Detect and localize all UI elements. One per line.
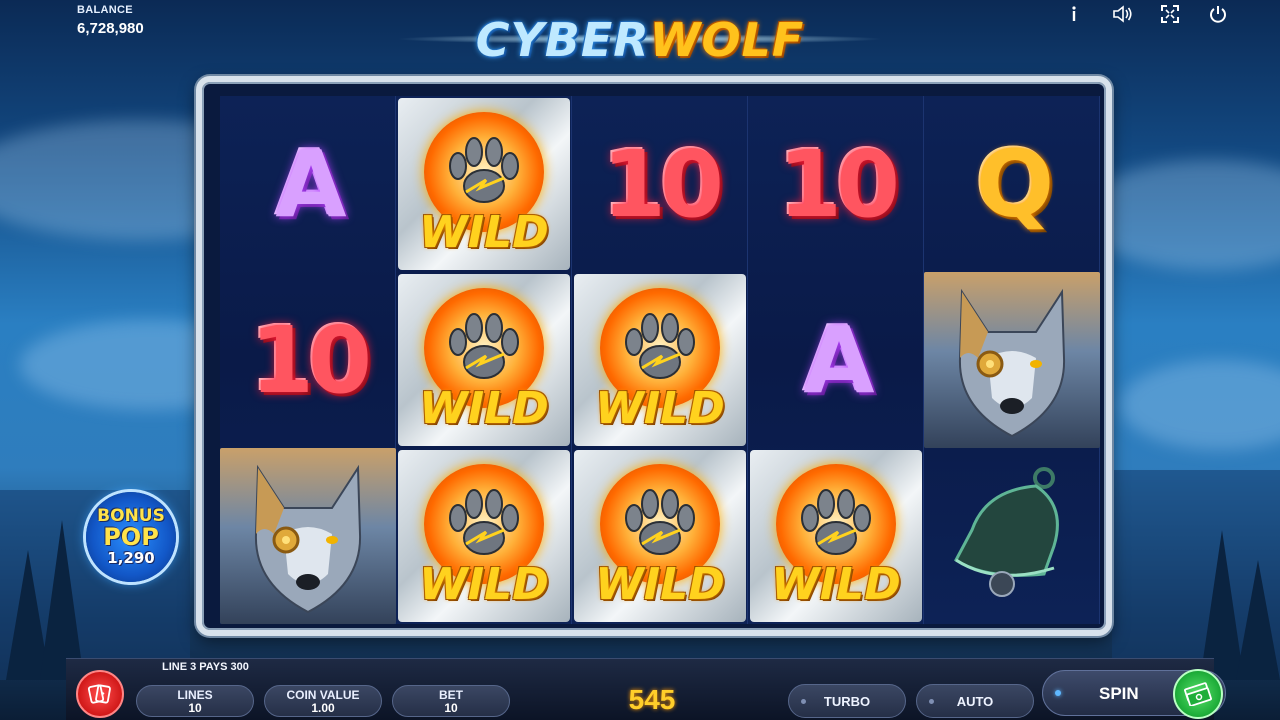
pine-tree bbox=[40, 520, 84, 680]
fullscreen-icon[interactable] bbox=[1160, 4, 1180, 24]
wolf-paw-icon bbox=[801, 489, 871, 555]
balance-display: BALANCE 6,728,980 bbox=[77, 4, 144, 37]
lines-control[interactable]: LINES 10 bbox=[136, 685, 254, 717]
wild-symbol: WILD bbox=[396, 96, 572, 272]
symbol-10: 10 bbox=[748, 96, 924, 272]
spin-label: SPIN bbox=[1099, 684, 1139, 703]
wild-symbol: WILD bbox=[396, 272, 572, 448]
wolf-paw-icon bbox=[449, 489, 519, 555]
auto-indicator bbox=[929, 699, 934, 704]
bet-control[interactable]: BET 10 bbox=[392, 685, 510, 717]
symbol-10: 10 bbox=[572, 96, 748, 272]
wolf-tile bbox=[924, 272, 1100, 448]
wild-label: WILD bbox=[595, 559, 725, 610]
wild-label: WILD bbox=[595, 383, 725, 434]
top-toolbar bbox=[1064, 4, 1228, 24]
wild-symbol: WILD bbox=[396, 448, 572, 624]
symbol-text: 10 bbox=[777, 130, 900, 238]
logo-text: CYBERWOLF bbox=[476, 13, 805, 67]
cyber-wolf-icon bbox=[254, 464, 362, 614]
wild-symbol: WILD bbox=[572, 448, 748, 624]
symbol-text: A bbox=[275, 130, 346, 238]
coin-value-value: 1.00 bbox=[311, 701, 335, 715]
logo-cyber: CYBER bbox=[475, 13, 650, 67]
lines-label: LINES bbox=[177, 688, 213, 702]
wild-symbol: WILD bbox=[572, 272, 748, 448]
coin-value-label: COIN VALUE bbox=[286, 688, 360, 702]
symbol-a: A bbox=[748, 272, 924, 448]
wolf-paw-icon bbox=[625, 313, 695, 379]
cards-icon bbox=[87, 684, 111, 704]
sound-icon[interactable] bbox=[1112, 4, 1132, 24]
reel-frame: A WILD 10 10 Q 10 WILD WILD A WILD WILD WILD bbox=[196, 76, 1112, 636]
power-icon[interactable] bbox=[1208, 4, 1228, 24]
bet-value: 10 bbox=[444, 701, 458, 715]
wolf-paw-icon bbox=[449, 137, 519, 203]
wild-label: WILD bbox=[419, 207, 549, 258]
wolf-symbol bbox=[220, 448, 396, 624]
line-win-message: LINE 3 PAYS 300 bbox=[162, 661, 249, 673]
wolf-paw-icon bbox=[625, 489, 695, 555]
cash-stack-icon bbox=[1173, 669, 1223, 719]
wild-label: WILD bbox=[771, 559, 901, 610]
spin-indicator bbox=[1055, 690, 1061, 696]
spin-button[interactable]: SPIN bbox=[1042, 669, 1226, 719]
wolf-tile bbox=[220, 448, 396, 624]
wolf-symbol bbox=[924, 272, 1100, 448]
wolf-paw-icon bbox=[449, 313, 519, 379]
symbol-text: Q bbox=[975, 130, 1054, 238]
wild-label: WILD bbox=[419, 559, 549, 610]
bonus-pop-badge: BONUS POP 1,290 bbox=[86, 492, 176, 582]
reel-grid: A WILD 10 10 Q 10 WILD WILD A WILD WILD WILD bbox=[220, 96, 1100, 624]
auto-toggle[interactable]: AUTO bbox=[916, 684, 1034, 718]
balance-label: BALANCE bbox=[77, 4, 133, 16]
bet-label: BET bbox=[439, 688, 463, 702]
symbol-text: 10 bbox=[249, 306, 372, 414]
wild-symbol: WILD bbox=[748, 448, 924, 624]
turbo-indicator bbox=[801, 699, 806, 704]
turbo-toggle[interactable]: TURBO bbox=[788, 684, 906, 718]
win-amount: 545 bbox=[628, 684, 676, 715]
coin-value-control[interactable]: COIN VALUE 1.00 bbox=[264, 685, 382, 717]
bonus-pop-line2: POP bbox=[103, 523, 159, 551]
turbo-label: TURBO bbox=[823, 693, 871, 709]
cyber-wolf-icon bbox=[958, 288, 1066, 438]
symbol-text: 10 bbox=[601, 130, 724, 238]
symbol-a: A bbox=[220, 96, 396, 272]
lines-value: 10 bbox=[188, 701, 202, 715]
balance-value: 6,728,980 bbox=[77, 20, 144, 37]
wild-label: WILD bbox=[419, 383, 549, 434]
paytable-button[interactable] bbox=[76, 670, 124, 718]
pine-tree bbox=[1236, 560, 1280, 680]
info-icon[interactable] bbox=[1064, 4, 1084, 24]
symbol-q: Q bbox=[924, 96, 1100, 272]
game-logo: CYBERWOLF bbox=[395, 6, 885, 74]
background-cloud bbox=[1120, 360, 1280, 450]
bonus-pop-value: 1,290 bbox=[107, 549, 155, 567]
symbol-text: A bbox=[803, 306, 874, 414]
auto-label: AUTO bbox=[956, 693, 994, 709]
symbol-10: 10 bbox=[220, 272, 396, 448]
bell-symbol bbox=[924, 448, 1100, 624]
bell-icon bbox=[954, 467, 1059, 597]
logo-wolf: WOLF bbox=[649, 13, 805, 67]
